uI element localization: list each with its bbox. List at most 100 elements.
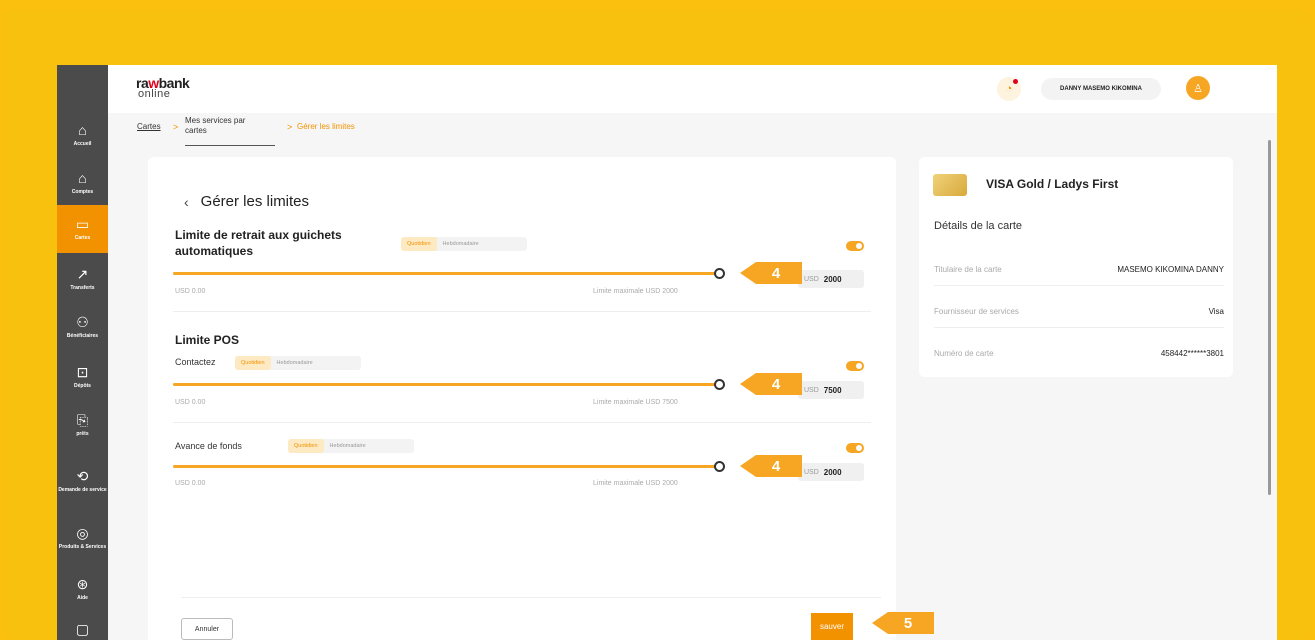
card-name: VISA Gold / Ladys First [986, 177, 1119, 191]
sidebar-item-label: Comptes [71, 189, 94, 195]
card-thumbnail-icon [933, 174, 967, 196]
breadcrumb-current: Gérer les limites [297, 122, 355, 131]
back-arrow-icon[interactable]: ‹ [184, 194, 189, 210]
contactless-label: Contactez [175, 357, 216, 367]
sidebar-item-produits-services[interactable]: ◎ Produits & Services [57, 510, 108, 566]
user-name: DANNY MASEMO KIKOMINA [1060, 86, 1142, 92]
loan-icon: ⎘ [76, 412, 89, 428]
contactless-period-toggle[interactable]: Quotidien Hebdomadaire [235, 356, 361, 370]
period-daily[interactable]: Quotidien [288, 439, 324, 453]
scrollbar[interactable] [1268, 140, 1271, 495]
card-details-panel: VISA Gold / Ladys First Détails de la ca… [919, 157, 1233, 377]
bank-icon: ⌂ [78, 170, 87, 186]
contactless-limit-toggle[interactable] [846, 361, 864, 371]
atm-title-line1: Limite de retrait aux guichets [175, 228, 342, 242]
products-icon: ◎ [76, 525, 89, 541]
cash-advance-limit-toggle[interactable] [846, 443, 864, 453]
divider [934, 327, 1224, 328]
top-header: rawbank online ◔ DANNY MASEMO KIKOMINA ♙ [108, 65, 1277, 113]
bell-icon: ◔ [1005, 83, 1013, 95]
sidebar-item-label: Accueil [73, 141, 92, 147]
detail-value: MASEMO KIKOMINA DANNY [1117, 265, 1224, 274]
avatar[interactable]: ♙ [1186, 76, 1210, 100]
sidebar: ⌂ Accueil ⌂ Comptes ▭ Cartes ↗ Transfert… [57, 65, 108, 640]
notification-dot [1013, 79, 1018, 84]
sidebar-item-transferts[interactable]: ↗ Transferts [57, 255, 108, 303]
home-icon: ⌂ [78, 122, 87, 138]
detail-key: Fournisseur de services [934, 307, 1019, 316]
period-daily[interactable]: Quotidien [235, 356, 271, 370]
atm-min-label: USD 0.00 [175, 288, 206, 295]
breadcrumb-underline [185, 145, 275, 146]
card-detail-row: Titulaire de la carte MASEMO KIKOMINA DA… [934, 265, 1224, 274]
currency-label: USD [804, 275, 819, 283]
cash-advance-period-toggle[interactable]: Quotidien Hebdomadaire [288, 439, 414, 453]
breadcrumb-text: cartes [185, 126, 207, 135]
period-daily[interactable]: Quotidien [401, 237, 437, 251]
sidebar-item-label: Produits & Services [58, 544, 107, 550]
service-request-icon: ⟲ [76, 468, 89, 484]
chat-icon: ▢ [75, 621, 90, 637]
period-weekly[interactable]: Hebdomadaire [324, 439, 372, 453]
breadcrumb-mes-services[interactable]: Mes services par cartes [185, 116, 245, 136]
sidebar-item-cartes[interactable]: ▭ Cartes [57, 205, 108, 253]
cash-advance-slider-track[interactable] [173, 465, 721, 468]
sidebar-item-prets[interactable]: ⎘ prêts [57, 401, 108, 449]
sidebar-item-chat[interactable]: ▢ [57, 605, 108, 640]
detail-key: Numéro de carte [934, 349, 994, 358]
page-title: ‹ Gérer les limites [184, 193, 309, 210]
atm-title-line2: automatiques [175, 244, 254, 258]
sidebar-item-beneficiaires[interactable]: ⚇ Bénéficiaires [57, 303, 108, 351]
rawbank-logo[interactable]: rawbank online [136, 76, 190, 100]
atm-slider-track[interactable] [173, 272, 721, 275]
currency-label: USD [804, 386, 819, 394]
chevron-right-icon: > [173, 122, 179, 132]
sidebar-item-accueil[interactable]: ⌂ Accueil [57, 111, 108, 159]
contactless-slider-track[interactable] [173, 383, 721, 386]
card-detail-row: Fournisseur de services Visa [934, 307, 1224, 316]
save-button[interactable]: sauver [811, 613, 853, 640]
period-weekly[interactable]: Hebdomadaire [271, 356, 319, 370]
cash-advance-label: Avance de fonds [175, 441, 242, 451]
users-icon: ⚇ [76, 314, 89, 330]
currency-label: USD [804, 468, 819, 476]
sidebar-item-label: Cartes [74, 235, 91, 241]
breadcrumb: Cartes > Mes services par cartes > Gérer… [137, 116, 537, 151]
card-details-heading: Détails de la carte [934, 220, 1023, 232]
atm-max-label: Limite maximale USD 2000 [593, 288, 678, 295]
sidebar-item-label: Aide [77, 595, 88, 601]
cash-advance-value-field[interactable]: USD 2000 [798, 463, 864, 481]
atm-limit-toggle[interactable] [846, 241, 864, 251]
pos-limit-title: Limite POS [175, 333, 240, 347]
app-screen: ⌂ Accueil ⌂ Comptes ▭ Cartes ↗ Transfert… [57, 65, 1277, 640]
cancel-button[interactable]: Annuler [181, 618, 233, 640]
contactless-min-label: USD 0.00 [175, 399, 206, 406]
chevron-right-icon: > [287, 122, 293, 132]
atm-slider-thumb[interactable] [714, 268, 725, 279]
sidebar-item-comptes[interactable]: ⌂ Comptes [57, 159, 108, 207]
atm-value-field[interactable]: USD 2000 [798, 270, 864, 288]
notification-button[interactable]: ◔ [997, 77, 1021, 101]
sidebar-item-label: Bénéficiaires [66, 333, 99, 339]
cash-advance-slider-thumb[interactable] [714, 461, 725, 472]
atm-period-toggle[interactable]: Quotidien Hebdomadaire [401, 237, 527, 251]
sidebar-item-demande-de-service[interactable]: ⟲ Demande de service [57, 453, 108, 509]
user-name-pill[interactable]: DANNY MASEMO KIKOMINA [1041, 78, 1161, 100]
breadcrumb-text: Mes services par [185, 116, 246, 125]
detail-value: Visa [1208, 307, 1224, 316]
atm-limit-title: Limite de retrait aux guichets automatiq… [175, 227, 342, 259]
sidebar-item-label: Transferts [70, 285, 95, 291]
period-weekly[interactable]: Hebdomadaire [437, 237, 485, 251]
contactless-value-field[interactable]: USD 7500 [798, 381, 864, 399]
divider [934, 285, 1224, 286]
help-icon: ⊛ [76, 576, 89, 592]
atm-value: 2000 [823, 274, 842, 284]
sidebar-item-label: Dépôts [74, 383, 91, 389]
cash-advance-value: 2000 [823, 467, 842, 477]
detail-key: Titulaire de la carte [934, 265, 1002, 274]
limits-card: ‹ Gérer les limites Limite de retrait au… [148, 157, 896, 640]
breadcrumb-cartes[interactable]: Cartes [137, 122, 161, 131]
sidebar-item-depots[interactable]: ⊡ Dépôts [57, 353, 108, 401]
contactless-value: 7500 [823, 385, 842, 395]
contactless-slider-thumb[interactable] [714, 379, 725, 390]
